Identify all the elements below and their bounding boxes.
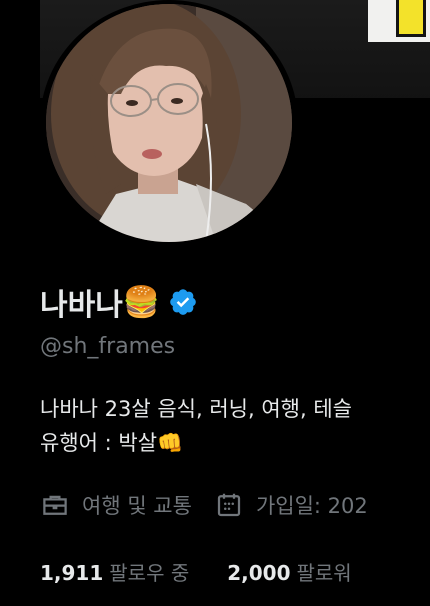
followers-link[interactable]: 2,000 팔로워 xyxy=(227,557,351,586)
following-label: 팔로우 중 xyxy=(109,561,190,585)
followers-label: 팔로워 xyxy=(296,561,352,585)
profile-page: 나바나 🍔 @sh_frames 나바나 23살 음식, 러닝, 여행, 테슬 … xyxy=(0,0,430,606)
display-name: 나바나 🍔 xyxy=(40,280,198,324)
burger-emoji: 🍔 xyxy=(122,284,161,320)
calendar-icon xyxy=(214,490,244,520)
avatar-photo xyxy=(46,4,292,242)
bio-line-2: 유행어 : 박살👊 xyxy=(40,431,184,455)
avatar-illustration xyxy=(46,4,292,242)
profile-handle: @sh_frames xyxy=(40,334,176,359)
profile-bio: 나바나 23살 음식, 러닝, 여행, 테슬 유행어 : 박살👊 xyxy=(40,392,430,460)
bio-line-1: 나바나 23살 음식, 러닝, 여행, 테슬 xyxy=(40,397,352,421)
following-link[interactable]: 1,911 팔로우 중 xyxy=(40,557,189,586)
briefcase-icon xyxy=(40,490,70,520)
following-count: 1,911 xyxy=(40,561,104,585)
category-text: 여행 및 교통 xyxy=(82,494,192,518)
avatar[interactable] xyxy=(40,0,298,246)
banner-yellow-shape xyxy=(396,0,426,37)
verified-badge-icon[interactable] xyxy=(168,287,198,317)
display-name-text: 나바나 xyxy=(40,288,123,323)
follow-stats: 1,911 팔로우 중 2,000 팔로워 xyxy=(40,557,390,586)
joined-item: 가입일: 202 xyxy=(214,490,368,520)
joined-text: 가입일: 202 xyxy=(255,494,368,518)
followers-count: 2,000 xyxy=(227,561,291,585)
category-item: 여행 및 교통 xyxy=(40,490,192,520)
profile-meta: 여행 및 교통 가입일: 202 xyxy=(40,490,390,520)
